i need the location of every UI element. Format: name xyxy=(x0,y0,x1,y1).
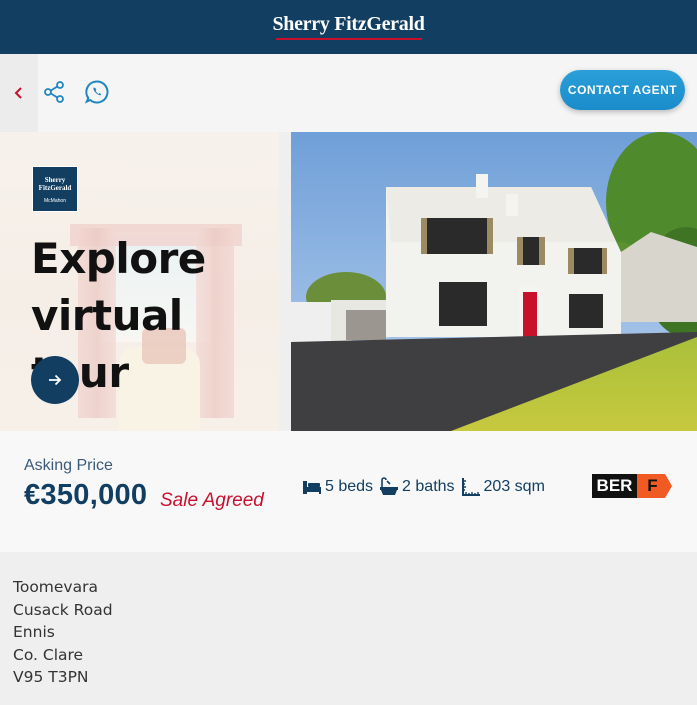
share-icon xyxy=(44,81,64,103)
area-feature: 203 sqm xyxy=(461,477,545,497)
virtual-tour-tile[interactable]: Sherry FitzGerald McMahon Explore virtua… xyxy=(0,132,279,431)
chevron-left-icon xyxy=(14,87,22,99)
ber-grade: F xyxy=(637,474,672,498)
address-line: Cusack Road xyxy=(13,600,113,619)
beds-count: 5 beds xyxy=(325,478,374,495)
brand-logo[interactable]: Sherry FitzGerald xyxy=(0,13,697,36)
whatsapp-icon xyxy=(84,80,109,104)
area-value: 203 sqm xyxy=(483,478,545,495)
whatsapp-button[interactable] xyxy=(84,79,110,105)
back-button[interactable] xyxy=(0,54,38,132)
baths-count: 2 baths xyxy=(402,478,455,495)
tour-title-line1: Explore xyxy=(31,234,206,283)
virtual-tour-button[interactable] xyxy=(31,356,79,404)
agency-logo-sub: McMahon xyxy=(44,198,66,204)
agency-logo: Sherry FitzGerald McMahon xyxy=(32,166,78,212)
property-features: 5 beds 2 baths 203 sqm xyxy=(302,475,551,499)
address-line: V95 T3PN xyxy=(13,668,89,686)
beds-feature: 5 beds xyxy=(302,478,373,496)
ber-label: BER xyxy=(592,474,637,498)
address-line: Co. Clare xyxy=(13,645,84,664)
arrow-right-icon xyxy=(49,374,62,386)
address-line: Toomevara xyxy=(13,578,98,596)
ruler-icon xyxy=(461,478,480,496)
listing-summary: Asking Price €350,000 Sale Agreed 5 beds… xyxy=(0,431,697,552)
asking-price-label: Asking Price xyxy=(24,457,113,474)
house-image xyxy=(291,132,697,431)
contact-agent-button[interactable]: CONTACT AGENT xyxy=(560,70,685,110)
property-address: Toomevara Cusack Road Ennis Co. Clare V9… xyxy=(13,576,113,689)
ber-rating-badge: BER F xyxy=(592,474,672,498)
sale-status: Sale Agreed xyxy=(160,490,264,511)
share-button[interactable] xyxy=(42,80,66,104)
brand-underline xyxy=(276,38,422,40)
site-header: Sherry FitzGerald xyxy=(0,0,697,54)
agency-logo-line1: Sherry xyxy=(44,176,66,184)
bed-icon xyxy=(303,481,321,494)
action-bar: CONTACT AGENT xyxy=(0,54,697,132)
bath-icon xyxy=(380,477,399,495)
property-photo[interactable] xyxy=(291,132,697,431)
baths-feature: 2 baths xyxy=(379,477,455,497)
price: €350,000 xyxy=(24,479,148,511)
agency-logo-line2: FitzGerald xyxy=(38,184,72,192)
address-line: Ennis xyxy=(13,623,55,641)
